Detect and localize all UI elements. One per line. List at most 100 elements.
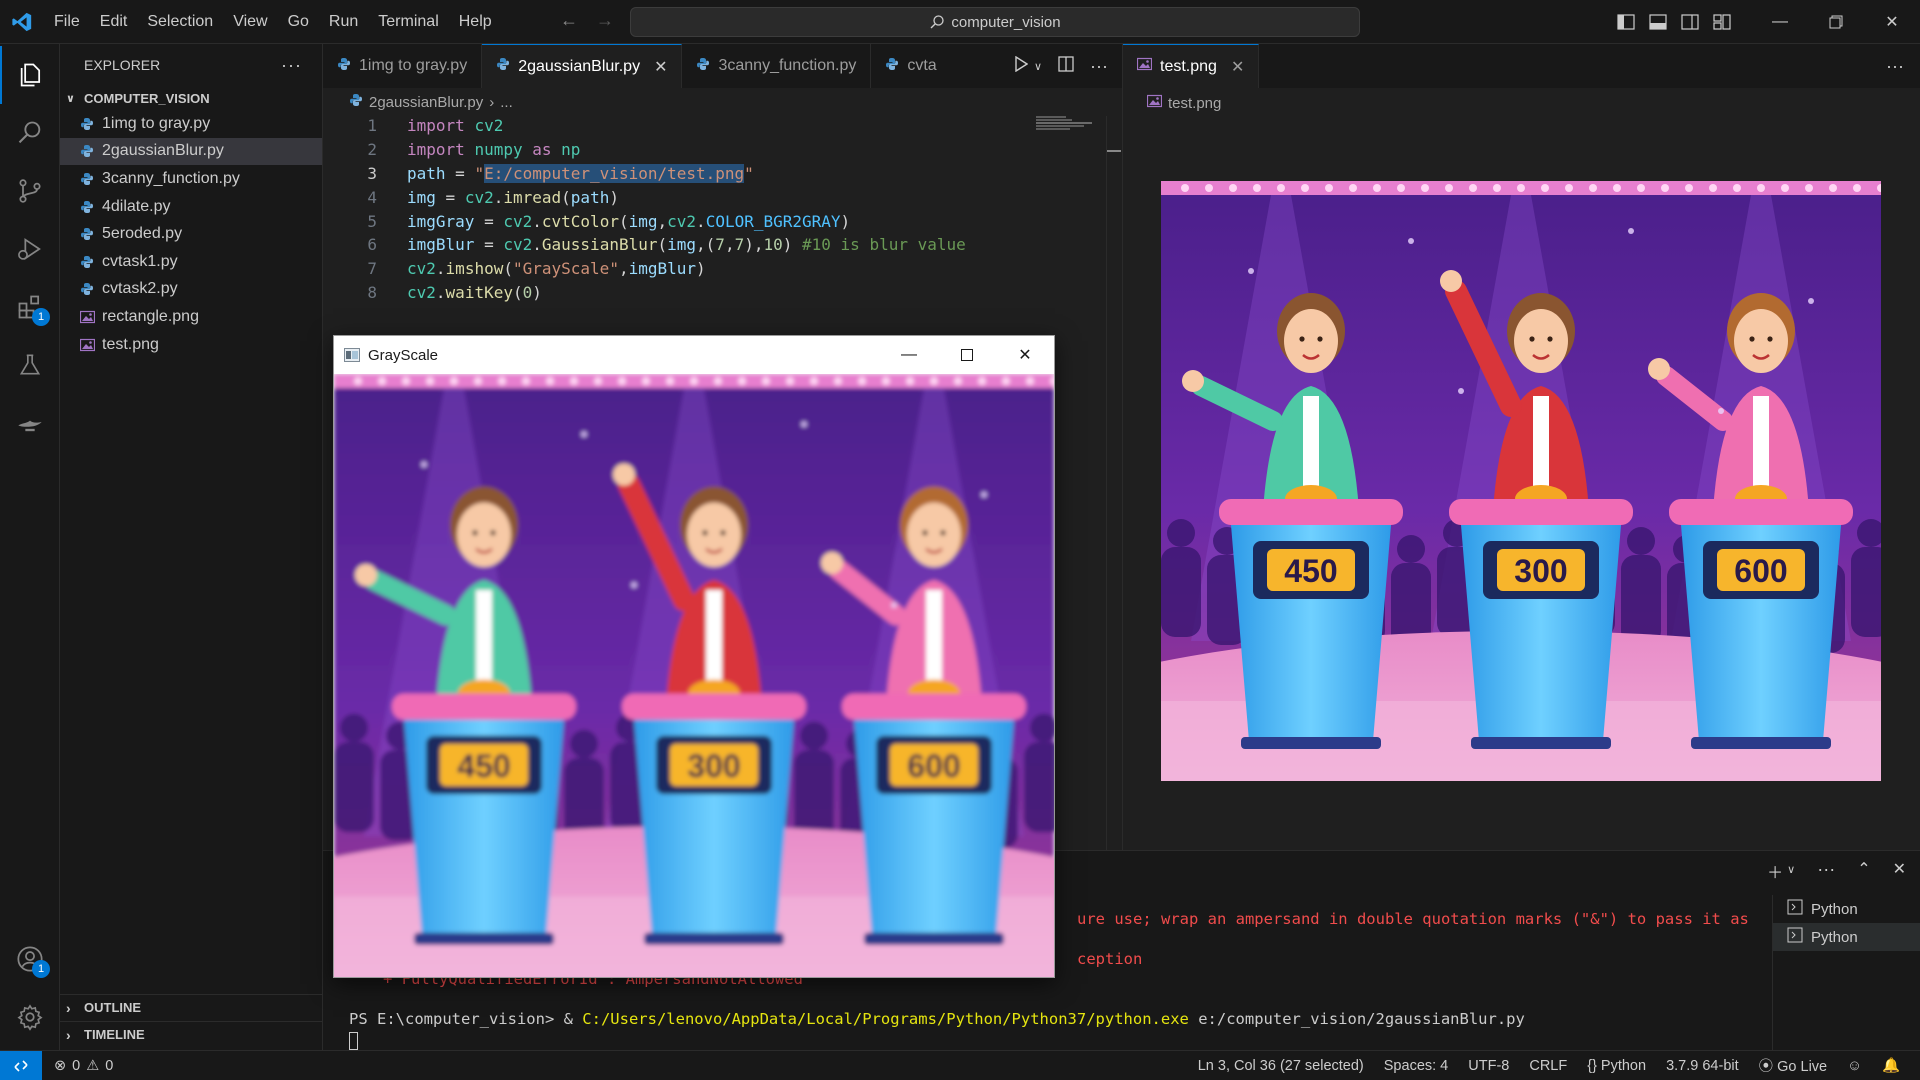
menu-bar: File Edit Selection View Go Run Terminal…	[44, 0, 502, 44]
extensions-badge: 1	[32, 308, 50, 326]
code-line: 3 path = "E:/computer_vision/test.png"	[323, 162, 1103, 186]
file-item[interactable]: 2gaussianBlur.py	[60, 137, 322, 166]
minimize-icon[interactable]: —	[880, 336, 938, 374]
maximize-icon[interactable]	[938, 336, 996, 374]
tab-cvta[interactable]: cvta	[871, 44, 950, 88]
terminal-dropdown-icon[interactable]: ∨	[1787, 863, 1795, 883]
terminal-instance-label: Python	[1811, 900, 1858, 918]
search-sidebar-icon[interactable]	[0, 104, 60, 162]
code-line: 7 cv2.imshow("GrayScale",imgBlur)	[323, 257, 1103, 281]
line-number: 4	[367, 187, 377, 207]
menu-file[interactable]: File	[44, 13, 90, 31]
menu-selection[interactable]: Selection	[137, 13, 223, 31]
warning-icon: ⚠	[86, 1057, 100, 1074]
file-item[interactable]: 5eroded.py	[60, 220, 322, 248]
encoding[interactable]: UTF-8	[1468, 1058, 1509, 1074]
python-file-icon	[80, 116, 98, 132]
indentation[interactable]: Spaces: 4	[1384, 1058, 1449, 1074]
problems-indicator[interactable]: ⊗ 0 ⚠ 0	[42, 1058, 113, 1074]
run-debug-icon[interactable]	[0, 220, 60, 278]
outline-section[interactable]: › OUTLINE	[60, 994, 323, 1020]
source-control-icon[interactable]	[0, 162, 60, 220]
back-arrow-icon[interactable]: ←	[560, 10, 578, 31]
tab-3canny-function[interactable]: 3canny_function.py	[682, 44, 872, 88]
menu-edit[interactable]: Edit	[90, 13, 138, 31]
tab-test-png[interactable]: test.png ✕	[1123, 44, 1260, 88]
feedback-icon[interactable]: ☺	[1847, 1058, 1862, 1074]
customize-layout-icon[interactable]	[1706, 14, 1738, 30]
close-panel-icon[interactable]: ✕	[1893, 859, 1906, 883]
notifications-bell-icon[interactable]: 🔔	[1882, 1057, 1900, 1074]
file-item[interactable]: cvtask2.py	[60, 276, 322, 304]
command-center-search[interactable]: computer_vision	[630, 7, 1360, 37]
folder-header[interactable]: ∨ COMPUTER_VISION	[60, 86, 322, 110]
breadcrumb-file[interactable]: 2gaussianBlur.py	[369, 94, 483, 111]
testing-flask-icon[interactable]	[0, 336, 60, 394]
new-terminal-icon[interactable]: ＋	[1767, 859, 1783, 883]
forward-arrow-icon[interactable]: →	[596, 10, 614, 31]
menu-view[interactable]: View	[223, 13, 277, 31]
maximize-panel-icon[interactable]: ⌃	[1857, 859, 1870, 883]
close-window-icon[interactable]: ✕	[996, 336, 1054, 374]
terminal-instance[interactable]: Python	[1773, 895, 1920, 923]
breadcrumb-symbols[interactable]: ...	[500, 94, 513, 111]
restore-icon[interactable]	[1808, 15, 1864, 29]
end-of-line[interactable]: CRLF	[1529, 1058, 1567, 1074]
tab-label: 2gaussianBlur.py	[518, 57, 641, 75]
file-name: cvtask2.py	[102, 280, 178, 298]
split-editor-icon[interactable]	[1058, 55, 1074, 77]
explorer-sidebar: EXPLORER ··· ∨ COMPUTER_VISION 1img to g…	[60, 44, 323, 1050]
file-item[interactable]: 3canny_function.py	[60, 165, 322, 193]
breadcrumb-file[interactable]: test.png	[1168, 95, 1221, 112]
run-python-file-icon[interactable]	[1014, 55, 1029, 77]
file-item[interactable]: cvtask1.py	[60, 248, 322, 276]
explorer-more-icon[interactable]: ···	[281, 55, 302, 76]
preview-more-actions-icon[interactable]: ···	[1886, 56, 1904, 77]
remote-genie-icon[interactable]	[0, 394, 60, 452]
toggle-panel-icon[interactable]	[1642, 14, 1674, 30]
podium: 450	[392, 679, 576, 945]
image-preview[interactable]: 450 300 600	[1161, 181, 1881, 781]
explorer-title: EXPLORER	[84, 57, 161, 73]
menu-help[interactable]: Help	[449, 13, 502, 31]
tab-2gaussianblur[interactable]: 2gaussianBlur.py ✕	[482, 44, 683, 88]
menu-run[interactable]: Run	[319, 13, 368, 31]
minimap[interactable]	[1036, 116, 1096, 130]
language-mode[interactable]: {} Python	[1587, 1058, 1646, 1074]
close-tab-icon[interactable]: ✕	[654, 57, 667, 77]
file-name: test.png	[102, 335, 159, 353]
line-number: 8	[367, 282, 377, 302]
menu-go[interactable]: Go	[278, 13, 319, 31]
tab-1img-to-gray[interactable]: 1img to gray.py	[323, 44, 483, 88]
accounts-icon[interactable]: 1	[0, 930, 60, 988]
close-tab-icon[interactable]: ✕	[1231, 57, 1244, 77]
file-item[interactable]: 1img to gray.py	[60, 110, 322, 138]
run-dropdown-chevron-icon[interactable]: ∨	[1034, 60, 1042, 73]
python-file-icon	[80, 143, 98, 159]
settings-gear-icon[interactable]	[0, 988, 60, 1046]
toggle-secondary-sidebar-icon[interactable]	[1674, 14, 1706, 30]
cursor-position[interactable]: Ln 3, Col 36 (27 selected)	[1198, 1058, 1364, 1074]
vscode-logo-icon	[0, 0, 44, 44]
panel-more-icon[interactable]: ···	[1817, 859, 1835, 883]
toggle-sidebar-icon[interactable]	[1610, 14, 1642, 30]
grayscale-image[interactable]: 450 300 600	[334, 374, 1054, 977]
python-interpreter[interactable]: 3.7.9 64-bit	[1666, 1058, 1739, 1074]
extensions-icon[interactable]: 1	[0, 278, 60, 336]
terminal-list: Python Python	[1772, 895, 1920, 1051]
file-item[interactable]: 4dilate.py	[60, 193, 322, 221]
minimize-icon[interactable]: —	[1752, 13, 1808, 31]
grayscale-titlebar[interactable]: GrayScale — ✕	[334, 336, 1054, 374]
file-item[interactable]: test.png	[60, 331, 322, 359]
editor-scrollbar[interactable]	[1106, 116, 1121, 856]
file-item[interactable]: rectangle.png	[60, 303, 322, 331]
code-text: cv2.waitKey(0)	[407, 282, 542, 302]
remote-indicator-icon[interactable]	[0, 1050, 42, 1080]
timeline-section[interactable]: › TIMELINE	[60, 1021, 323, 1047]
menu-terminal[interactable]: Terminal	[368, 13, 448, 31]
explorer-icon[interactable]	[0, 46, 60, 104]
editor-more-actions-icon[interactable]: ···	[1090, 56, 1108, 77]
close-window-icon[interactable]: ✕	[1864, 12, 1920, 32]
go-live-button[interactable]: ⦿ Go Live	[1759, 1055, 1827, 1076]
terminal-instance[interactable]: Python	[1773, 923, 1920, 951]
